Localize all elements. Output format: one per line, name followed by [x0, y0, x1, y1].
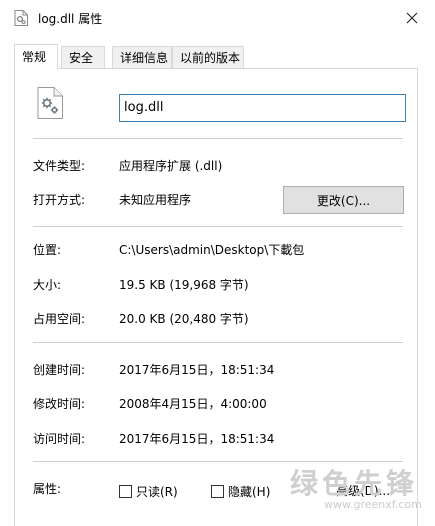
- readonly-checkbox[interactable]: [119, 485, 132, 498]
- modified-label: 修改时间:: [33, 397, 86, 411]
- tab-general[interactable]: 常规: [14, 44, 58, 70]
- separator: [33, 226, 403, 227]
- tab-security[interactable]: 安全: [61, 46, 105, 69]
- window-title: log.dll 属性: [38, 12, 103, 26]
- modified-value: 2008年4月15日，4:00:00: [119, 397, 267, 411]
- readonly-label: 只读(R): [136, 485, 178, 499]
- close-button[interactable]: [389, 0, 435, 36]
- file-name-input[interactable]: log.dll: [119, 94, 406, 122]
- separator: [33, 342, 403, 343]
- tab-strip: 常规 安全 详细信息 以前的版本: [14, 44, 418, 70]
- accessed-value: 2017年6月15日，18:51:34: [119, 432, 275, 446]
- general-panel: log.dll 文件类型: 应用程序扩展 (.dll) 打开方式: 未知应用程序…: [14, 68, 418, 526]
- title-bar: log.dll 属性: [0, 0, 435, 36]
- location-label: 位置:: [33, 243, 62, 257]
- file-type-label: 文件类型:: [33, 159, 86, 173]
- file-type-value: 应用程序扩展 (.dll): [119, 159, 223, 173]
- hidden-checkbox[interactable]: [211, 485, 224, 498]
- separator: [33, 461, 403, 462]
- advanced-button[interactable]: 高级(D)...: [336, 482, 390, 499]
- size-value: 19.5 KB (19,968 字节): [119, 278, 249, 292]
- tab-previous-versions[interactable]: 以前的版本: [172, 46, 244, 69]
- separator: [33, 138, 403, 139]
- accessed-label: 访问时间:: [33, 432, 86, 446]
- change-button[interactable]: 更改(C)...: [283, 186, 404, 214]
- file-icon: [14, 10, 28, 26]
- opens-with-label: 打开方式:: [33, 193, 86, 207]
- location-value: C:\Users\admin\Desktop\下載包: [119, 243, 305, 257]
- hidden-label: 隐藏(H): [228, 485, 271, 499]
- dll-gear-file-icon: [37, 87, 63, 119]
- close-icon: [406, 12, 418, 24]
- attributes-label: 属性:: [33, 482, 62, 496]
- opens-with-value: 未知应用程序: [119, 193, 192, 207]
- size-on-disk-label: 占用空间:: [33, 312, 86, 326]
- size-on-disk-value: 20.0 KB (20,480 字节): [119, 312, 249, 326]
- size-label: 大小:: [33, 278, 62, 292]
- created-label: 创建时间:: [33, 363, 86, 377]
- tab-details[interactable]: 详细信息: [112, 46, 172, 69]
- created-value: 2017年6月15日，18:51:34: [119, 363, 275, 377]
